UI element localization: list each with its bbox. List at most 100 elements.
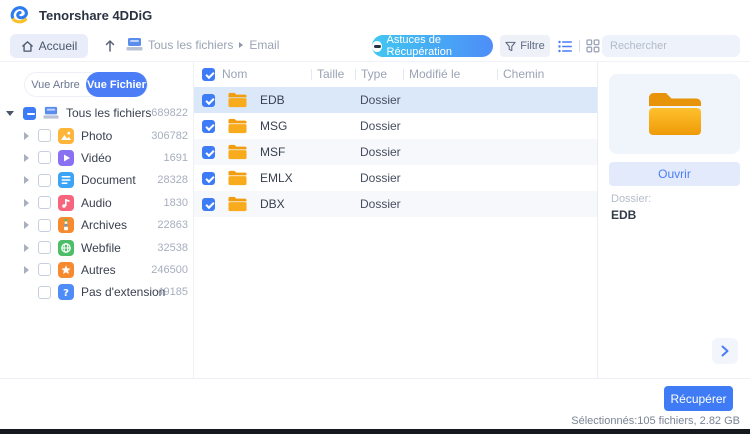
expand-arrow-icon[interactable] — [24, 132, 29, 140]
document-icon — [58, 172, 74, 188]
home-icon — [21, 40, 34, 53]
tree-item-audio[interactable]: Audio 1830 — [0, 192, 194, 214]
table-row[interactable]: MSF Dossier — [194, 139, 597, 165]
next-page-button[interactable] — [712, 338, 738, 364]
tree-item-label: Pas d'extension — [81, 285, 165, 299]
column-header-size: Taille — [317, 67, 344, 81]
tree-item-count: 689822 — [151, 107, 188, 119]
table-row[interactable]: DBX Dossier — [194, 191, 597, 217]
tree-item-count: 22863 — [157, 219, 188, 231]
archives-checkbox[interactable] — [38, 219, 51, 232]
tree-item-webfile[interactable]: Webfile 32538 — [0, 236, 194, 258]
grid-view-icon[interactable] — [586, 39, 600, 53]
recover-button[interactable]: Récupérer — [664, 386, 733, 411]
file-type: Dossier — [360, 93, 401, 107]
svg-text:?: ? — [63, 288, 69, 299]
window-bottom-edge — [0, 429, 750, 434]
selection-summary: Sélectionnés:105 fichiers, 2.82 GB — [571, 415, 740, 427]
tree-item-document[interactable]: Document 28328 — [0, 169, 194, 191]
photo-icon — [58, 128, 74, 144]
preview-meta-value: EDB — [611, 208, 636, 222]
folder-icon — [228, 118, 247, 134]
file-view-toggle[interactable]: Vue Fichier — [86, 72, 147, 97]
tree-item-label: Webfile — [81, 241, 121, 255]
folder-icon — [228, 144, 247, 160]
tree-item-count: 246500 — [151, 264, 188, 276]
search-input[interactable] — [610, 40, 750, 52]
tree-item-label: Tous les fichiers — [66, 106, 151, 120]
tree-item-label: Autres — [81, 263, 116, 277]
tree-item-count: 32538 — [157, 242, 188, 254]
photo-checkbox[interactable] — [38, 129, 51, 142]
4ddig-logo-icon — [9, 4, 31, 26]
tree-item-label: Document — [81, 173, 136, 187]
tips-icon — [372, 41, 382, 52]
navigate-up-button[interactable] — [100, 35, 120, 57]
search-box — [602, 35, 740, 57]
webfile-icon — [58, 240, 74, 256]
tree-item-label: Archives — [81, 218, 127, 232]
collapse-arrow-icon[interactable] — [6, 111, 14, 116]
column-header-modified: Modifié le — [409, 67, 460, 81]
expand-arrow-icon[interactable] — [24, 221, 29, 229]
row-checkbox[interactable] — [202, 172, 215, 185]
folder-icon — [228, 170, 247, 186]
computer-icon — [43, 105, 59, 121]
tree-item-archives[interactable]: Archives 22863 — [0, 214, 194, 236]
open-button[interactable]: Ouvrir — [609, 162, 740, 186]
expand-arrow-icon[interactable] — [24, 154, 29, 162]
tree-item-others[interactable]: Autres 246500 — [0, 259, 194, 281]
recovery-tips-button[interactable]: Astuces de Récupération — [372, 35, 493, 57]
tree-item-count: 28328 — [157, 174, 188, 186]
title-bar: Tenorshare 4DDiG — [0, 0, 750, 30]
breadcrumb: Tous les fichiers Email — [148, 38, 279, 52]
row-checkbox[interactable] — [202, 146, 215, 159]
list-view-icon[interactable] — [558, 40, 573, 53]
tree-view-toggle[interactable]: Vue Arbre — [25, 72, 86, 97]
expand-arrow-icon[interactable] — [24, 199, 29, 207]
view-switcher — [558, 35, 600, 57]
file-name: EMLX — [260, 171, 293, 185]
content-area: Vue Arbre Vue Fichier Tous les fichiers … — [0, 62, 750, 378]
document-checkbox[interactable] — [38, 174, 51, 187]
column-header-type: Type — [361, 67, 387, 81]
row-checkbox[interactable] — [202, 198, 215, 211]
file-name: MSG — [260, 119, 287, 133]
tree-item-all-files[interactable]: Tous les fichiers 689822 — [0, 102, 194, 124]
table-row[interactable]: EDB Dossier — [194, 87, 597, 113]
app-window: Tenorshare 4DDiG Accueil Tous les fichie… — [0, 0, 750, 434]
expand-arrow-icon[interactable] — [24, 266, 29, 274]
tree-item-no-extension[interactable]: ? Pas d'extension 49185 — [0, 281, 194, 303]
no-extension-checkbox[interactable] — [38, 286, 51, 299]
filter-label: Filtre — [520, 40, 544, 52]
row-checkbox[interactable] — [202, 94, 215, 107]
tree-item-video[interactable]: Vidéo 1691 — [0, 147, 194, 169]
webfile-checkbox[interactable] — [38, 241, 51, 254]
audio-checkbox[interactable] — [38, 196, 51, 209]
funnel-icon — [505, 41, 516, 52]
video-checkbox[interactable] — [38, 151, 51, 164]
table-row[interactable]: EMLX Dossier — [194, 165, 597, 191]
row-checkbox[interactable] — [202, 120, 215, 133]
breadcrumb-current[interactable]: Email — [249, 38, 279, 52]
filter-button[interactable]: Filtre — [500, 35, 550, 57]
select-all-checkbox[interactable] — [202, 68, 215, 81]
preview-panel: Ouvrir Dossier: EDB — [597, 62, 750, 378]
chevron-right-icon — [720, 345, 730, 357]
expand-arrow-icon[interactable] — [24, 244, 29, 252]
table-header: Nom Taille Type Modifié le Chemin — [194, 62, 597, 87]
others-checkbox[interactable] — [38, 263, 51, 276]
breadcrumb-separator-icon — [239, 42, 243, 48]
home-button[interactable]: Accueil — [10, 34, 88, 58]
tree-item-photo[interactable]: Photo 306782 — [0, 124, 194, 146]
breadcrumb-root[interactable]: Tous les fichiers — [148, 38, 233, 52]
app-title: Tenorshare 4DDiG — [39, 8, 152, 23]
table-row[interactable]: MSG Dossier — [194, 113, 597, 139]
all-files-checkbox[interactable] — [23, 107, 36, 120]
file-type: Dossier — [360, 145, 401, 159]
expand-arrow-icon[interactable] — [24, 176, 29, 184]
file-type: Dossier — [360, 119, 401, 133]
home-label: Accueil — [39, 39, 78, 53]
drive-icon — [126, 37, 143, 52]
file-name: EDB — [260, 93, 285, 107]
